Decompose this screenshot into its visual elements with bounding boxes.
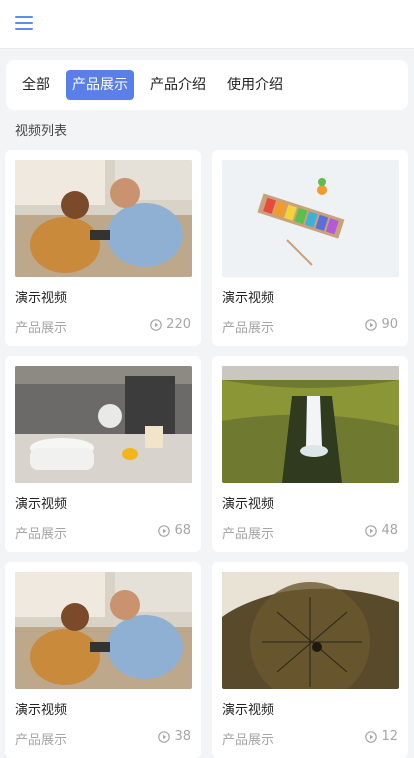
top-bar [0,0,414,49]
view-count: 38 [158,729,191,744]
view-count-value: 90 [381,317,398,332]
video-category: 产品展示 [222,321,275,336]
video-category: 产品展示 [15,733,68,748]
hamburger-menu-icon[interactable] [15,14,35,32]
play-icon [158,730,171,743]
video-card[interactable]: 演示视频 产品展示 12 [212,562,408,758]
play-icon [365,524,378,537]
view-count-value: 12 [381,729,398,744]
play-icon [365,730,378,743]
video-card[interactable]: 演示视频 产品展示 48 [212,356,408,552]
category-tabs: 全部 产品展示 产品介绍 使用介绍 [6,60,408,110]
video-category: 产品展示 [15,321,68,336]
video-thumbnail[interactable] [15,366,192,483]
video-category: 产品展示 [222,733,275,748]
video-title: 演示视频 [222,291,275,306]
tab-product-intro[interactable]: 产品介绍 [144,70,212,100]
video-title: 演示视频 [15,703,68,718]
view-count: 68 [158,523,191,538]
view-count: 220 [150,317,191,332]
view-count-value: 220 [166,317,191,332]
video-card[interactable]: 演示视频 产品展示 220 [5,150,201,346]
video-card[interactable]: 演示视频 产品展示 90 [212,150,408,346]
tab-usage-intro[interactable]: 使用介绍 [221,70,289,100]
video-category: 产品展示 [222,527,275,542]
view-count-value: 48 [381,523,398,538]
play-icon [158,524,171,537]
video-title: 演示视频 [15,497,68,512]
video-title: 演示视频 [15,291,68,306]
tab-product-showcase[interactable]: 产品展示 [66,70,134,100]
video-thumbnail[interactable] [15,160,192,277]
video-title: 演示视频 [222,497,275,512]
view-count: 90 [365,317,398,332]
video-thumbnail[interactable] [222,160,399,277]
video-thumbnail[interactable] [222,572,399,689]
section-title: 视频列表 [15,124,68,139]
video-card[interactable]: 演示视频 产品展示 68 [5,356,201,552]
video-title: 演示视频 [222,703,275,718]
video-thumbnail[interactable] [222,366,399,483]
video-category: 产品展示 [15,527,68,542]
video-card[interactable]: 演示视频 产品展示 38 [5,562,201,758]
play-icon [150,318,162,331]
view-count-value: 38 [174,729,191,744]
video-thumbnail[interactable] [15,572,192,689]
view-count: 12 [365,729,398,744]
view-count: 48 [365,523,398,538]
play-icon [365,318,378,331]
tab-all[interactable]: 全部 [16,70,56,100]
view-count-value: 68 [174,523,191,538]
